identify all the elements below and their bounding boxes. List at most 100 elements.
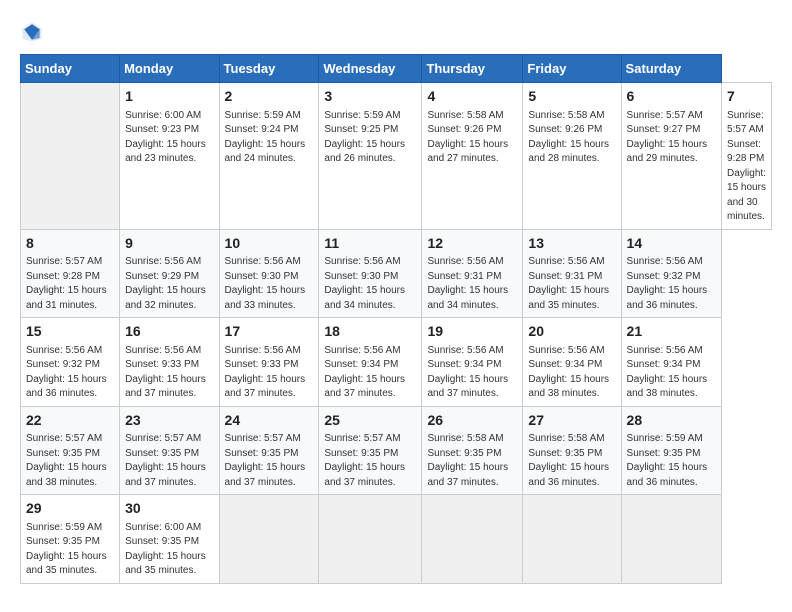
day-number: 5 [528,87,615,107]
column-header-friday: Friday [523,55,621,83]
sunrise: Sunrise: 5:58 AM [528,110,604,121]
daylight: Daylight: 15 hours and 36 minutes. [627,462,708,488]
day-info: Sunrise: 5:56 AM Sunset: 9:33 PM Dayligh… [225,344,314,402]
day-info: Sunrise: 5:56 AM Sunset: 9:34 PM Dayligh… [427,344,517,402]
day-number: 29 [26,499,114,519]
sunrise: Sunrise: 5:56 AM [528,256,604,267]
daylight: Daylight: 15 hours and 34 minutes. [427,285,508,311]
daylight: Daylight: 15 hours and 37 minutes. [225,374,306,400]
sunset: Sunset: 9:28 PM [727,139,764,165]
day-cell: 8 Sunrise: 5:57 AM Sunset: 9:28 PM Dayli… [21,229,120,318]
day-number: 9 [125,234,213,254]
sunrise: Sunrise: 6:00 AM [125,110,201,121]
day-number: 11 [324,234,416,254]
sunrise: Sunrise: 5:56 AM [26,345,102,356]
daylight: Daylight: 15 hours and 36 minutes. [528,462,609,488]
column-header-saturday: Saturday [621,55,721,83]
daylight: Daylight: 15 hours and 37 minutes. [427,462,508,488]
day-number: 8 [26,234,114,254]
day-info: Sunrise: 5:56 AM Sunset: 9:33 PM Dayligh… [125,344,213,402]
day-info: Sunrise: 5:56 AM Sunset: 9:32 PM Dayligh… [26,344,114,402]
day-cell: 9 Sunrise: 5:56 AM Sunset: 9:29 PM Dayli… [120,229,219,318]
sunset: Sunset: 9:35 PM [225,448,299,459]
daylight: Daylight: 15 hours and 38 minutes. [528,374,609,400]
day-info: Sunrise: 5:56 AM Sunset: 9:34 PM Dayligh… [627,344,716,402]
sunrise: Sunrise: 5:57 AM [225,433,301,444]
day-info: Sunrise: 5:59 AM Sunset: 9:35 PM Dayligh… [26,521,114,579]
sunset: Sunset: 9:34 PM [324,359,398,370]
day-info: Sunrise: 5:59 AM Sunset: 9:35 PM Dayligh… [627,432,716,490]
day-info: Sunrise: 5:58 AM Sunset: 9:26 PM Dayligh… [427,109,517,167]
sunset: Sunset: 9:33 PM [125,359,199,370]
daylight: Daylight: 15 hours and 31 minutes. [26,285,107,311]
sunrise: Sunrise: 5:56 AM [627,256,703,267]
day-info: Sunrise: 5:56 AM Sunset: 9:34 PM Dayligh… [324,344,416,402]
day-cell: 20 Sunrise: 5:56 AM Sunset: 9:34 PM Dayl… [523,318,621,407]
day-cell: 1 Sunrise: 6:00 AM Sunset: 9:23 PM Dayli… [120,83,219,230]
day-info: Sunrise: 5:59 AM Sunset: 9:24 PM Dayligh… [225,109,314,167]
day-info: Sunrise: 5:58 AM Sunset: 9:35 PM Dayligh… [427,432,517,490]
day-cell: 14 Sunrise: 5:56 AM Sunset: 9:32 PM Dayl… [621,229,721,318]
day-info: Sunrise: 5:57 AM Sunset: 9:28 PM Dayligh… [727,109,766,225]
day-cell: 23 Sunrise: 5:57 AM Sunset: 9:35 PM Dayl… [120,406,219,495]
day-cell [219,495,319,584]
sunrise: Sunrise: 6:00 AM [125,522,201,533]
sunrise: Sunrise: 5:57 AM [26,433,102,444]
sunrise: Sunrise: 5:59 AM [324,110,400,121]
day-cell: 11 Sunrise: 5:56 AM Sunset: 9:30 PM Dayl… [319,229,422,318]
sunrise: Sunrise: 5:56 AM [427,345,503,356]
sunset: Sunset: 9:35 PM [26,448,100,459]
day-number: 30 [125,499,213,519]
column-header-thursday: Thursday [422,55,523,83]
sunset: Sunset: 9:33 PM [225,359,299,370]
sunrise: Sunrise: 5:58 AM [427,433,503,444]
sunrise: Sunrise: 5:57 AM [627,110,703,121]
sunset: Sunset: 9:24 PM [225,124,299,135]
day-number: 4 [427,87,517,107]
sunset: Sunset: 9:30 PM [324,271,398,282]
calendar-header-row: SundayMondayTuesdayWednesdayThursdayFrid… [21,55,772,83]
day-cell: 7 Sunrise: 5:57 AM Sunset: 9:28 PM Dayli… [722,83,772,230]
sunset: Sunset: 9:26 PM [528,124,602,135]
sunrise: Sunrise: 5:56 AM [427,256,503,267]
day-number: 10 [225,234,314,254]
day-info: Sunrise: 5:56 AM Sunset: 9:31 PM Dayligh… [427,255,517,313]
day-number: 12 [427,234,517,254]
sunset: Sunset: 9:31 PM [528,271,602,282]
daylight: Daylight: 15 hours and 36 minutes. [26,374,107,400]
day-number: 20 [528,322,615,342]
sunset: Sunset: 9:31 PM [427,271,501,282]
day-info: Sunrise: 5:56 AM Sunset: 9:32 PM Dayligh… [627,255,716,313]
sunset: Sunset: 9:26 PM [427,124,501,135]
day-cell [21,83,120,230]
sunrise: Sunrise: 5:56 AM [324,256,400,267]
sunrise: Sunrise: 5:58 AM [528,433,604,444]
day-cell [422,495,523,584]
day-number: 6 [627,87,716,107]
sunset: Sunset: 9:29 PM [125,271,199,282]
calendar-table: SundayMondayTuesdayWednesdayThursdayFrid… [20,54,772,584]
day-info: Sunrise: 5:56 AM Sunset: 9:34 PM Dayligh… [528,344,615,402]
daylight: Daylight: 15 hours and 36 minutes. [627,285,708,311]
daylight: Daylight: 15 hours and 38 minutes. [627,374,708,400]
sunrise: Sunrise: 5:56 AM [125,256,201,267]
day-number: 24 [225,411,314,431]
day-info: Sunrise: 5:57 AM Sunset: 9:35 PM Dayligh… [125,432,213,490]
day-info: Sunrise: 5:58 AM Sunset: 9:35 PM Dayligh… [528,432,615,490]
sunrise: Sunrise: 5:56 AM [627,345,703,356]
day-number: 18 [324,322,416,342]
sunrise: Sunrise: 5:57 AM [324,433,400,444]
day-cell: 17 Sunrise: 5:56 AM Sunset: 9:33 PM Dayl… [219,318,319,407]
daylight: Daylight: 15 hours and 27 minutes. [427,139,508,165]
sunrise: Sunrise: 5:56 AM [324,345,400,356]
sunrise: Sunrise: 5:56 AM [225,345,301,356]
day-cell: 27 Sunrise: 5:58 AM Sunset: 9:35 PM Dayl… [523,406,621,495]
sunrise: Sunrise: 5:57 AM [727,110,764,136]
daylight: Daylight: 15 hours and 30 minutes. [727,168,766,223]
day-cell: 2 Sunrise: 5:59 AM Sunset: 9:24 PM Dayli… [219,83,319,230]
daylight: Daylight: 15 hours and 28 minutes. [528,139,609,165]
sunset: Sunset: 9:35 PM [627,448,701,459]
day-number: 2 [225,87,314,107]
sunset: Sunset: 9:35 PM [528,448,602,459]
column-header-monday: Monday [120,55,219,83]
